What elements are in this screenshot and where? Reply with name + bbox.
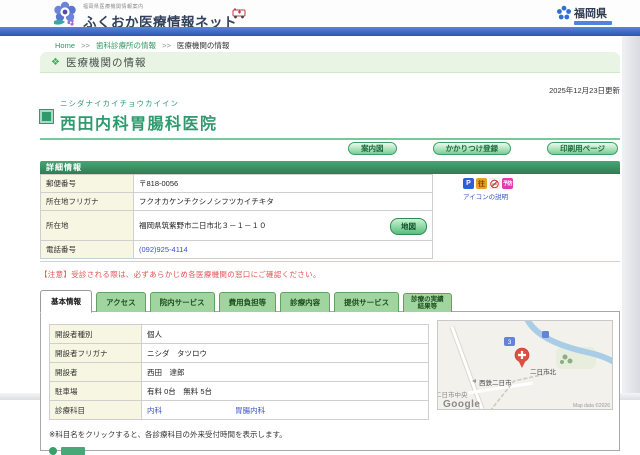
main-content: ❖ 医療機関の情報 2025年12月23日更新 ニシダナイカイチョウカイイン 西…: [39, 52, 620, 455]
hospital-furigana: ニシダナイカイチョウカイイン: [60, 99, 179, 108]
parking-label: 駐車場: [49, 381, 142, 401]
ambulance-icon: [232, 8, 246, 19]
pref-name: 福岡県: [574, 8, 607, 20]
page-title: 医療機関の情報: [65, 56, 147, 69]
founder-value: 西田 達郎: [141, 362, 429, 382]
parking-icon: P: [463, 178, 474, 189]
founder-kana-value: ニシダ タツロウ: [141, 343, 429, 363]
tab-bar: 基本情報 アクセス 院内サービス 費用負担等 診療内容 提供サービス 診療の実績…: [40, 290, 620, 313]
map-label-north: 二日市北: [530, 367, 557, 376]
table-row: 開設者 西田 達郎: [49, 362, 429, 382]
founder-type-value: 個人: [141, 324, 429, 344]
guide-map-button[interactable]: 案内図: [348, 142, 397, 155]
postal-code-value: 〒818-0056: [133, 174, 433, 193]
details-section-header: 詳細情報: [40, 161, 620, 174]
tab-in-hospital-services[interactable]: 院内サービス: [149, 292, 215, 312]
google-logo: Google: [443, 399, 480, 410]
map-button[interactable]: 地図: [390, 218, 427, 235]
breadcrumb-separator: >>: [81, 41, 90, 50]
address-kana-label: 所在地フリガナ: [40, 192, 134, 211]
hospital-name-block: ニシダナイカイチョウカイイン 西田内科胃腸科医院: [39, 98, 620, 134]
section-marker-icon: ❖: [51, 56, 60, 68]
parking-value: 有料 0台 無料 5台: [141, 381, 429, 401]
breadcrumb-separator: >>: [162, 41, 171, 50]
tab-medical-content[interactable]: 診療内容: [280, 292, 331, 312]
flower-logo-icon: [54, 1, 76, 26]
address-label: 所在地: [40, 210, 134, 241]
phone-number-link[interactable]: (092)925-4114: [139, 245, 188, 254]
tab-provided-services[interactable]: 提供サービス: [334, 292, 400, 312]
tab-basic-info[interactable]: 基本情報: [40, 290, 92, 313]
tab-cost-burden[interactable]: 費用負担等: [218, 292, 277, 312]
breadcrumb-current: 医療機関の情報: [176, 41, 230, 50]
departments-note: ※科目名をクリックすると、各診療科目の外来受付時間を表示します。: [49, 430, 287, 439]
map-attribution: Map data ©2026: [573, 402, 610, 409]
action-buttons: 案内図 かかりつけ登録 印刷用ページ: [40, 140, 620, 159]
postal-code-label: 郵便番号: [40, 174, 134, 193]
light-green-divider: [40, 261, 620, 262]
route-badge-number: 3: [508, 339, 512, 346]
founder-kana-label: 開設者フリガナ: [49, 343, 142, 363]
breadcrumb: Home >> 歯科診療所の情報 >> 医療機関の情報: [55, 40, 229, 51]
house-call-icon: 往: [476, 178, 487, 189]
icon-legend-link[interactable]: アイコンの説明: [463, 191, 513, 201]
header-blue-bar: [0, 27, 640, 36]
partial-footer-link: [49, 447, 611, 455]
address-value: 福岡県筑紫野市二日市北３－１－１０ 地図: [133, 210, 433, 241]
page-title-bar: ❖ 医療機関の情報: [40, 52, 620, 73]
hospital-name: 西田内科胃腸科医院: [60, 116, 218, 133]
google-map-thumbnail[interactable]: 3 二日市北 西鉄二日市 二日市中央 Google Map data ©2026: [437, 320, 613, 410]
pref-flower-icon: [557, 5, 571, 20]
founder-label: 開設者: [49, 362, 142, 382]
table-row: 診療科目 内科 胃腸内科: [49, 400, 429, 420]
address-text: 福岡県筑紫野市二日市北３－１－１０: [139, 221, 267, 230]
table-row: 電話番号 (092)925-4114: [40, 240, 433, 259]
updated-date: 2025年12月23日更新: [549, 86, 620, 95]
green-dot-icon: [49, 447, 57, 455]
table-row: 郵便番号 〒818-0056: [40, 174, 433, 193]
founder-type-label: 開設者種別: [49, 324, 142, 344]
basic-info-panel: 開設者種別 個人 開設者フリガナ ニシダ タツロウ 開設者 西田 達郎 駐車場 …: [40, 311, 620, 455]
details-table: 郵便番号 〒818-0056 所在地フリガナ フクオカケンチクシノシフツカイチキ…: [40, 174, 433, 259]
phone-label: 電話番号: [40, 240, 134, 259]
site-header: 福岡県医療機関情報案内 ふくおか医療情報ネット 福岡県: [0, 0, 640, 30]
table-row: 所在地フリガナ フクオカケンチクシノシフツカイチキタ: [40, 192, 433, 211]
site-tagline: 福岡県医療機関情報案内: [83, 4, 144, 10]
table-row: 開設者フリガナ ニシダ タツロウ: [49, 343, 429, 363]
family-doctor-registration-button[interactable]: かかりつけ登録: [432, 142, 512, 155]
breadcrumb-dental-clinic-info[interactable]: 歯科診療所の情報: [96, 41, 156, 50]
departments-value: 内科 胃腸内科: [141, 400, 429, 420]
department-gastroenterology-link[interactable]: 胃腸内科: [235, 406, 265, 415]
pref-logo[interactable]: 福岡県: [556, 5, 612, 25]
map-label-station: 西鉄二日市: [479, 378, 512, 387]
table-row: 開設者種別 個人: [49, 324, 429, 344]
table-row: 駐車場 有料 0台 無料 5台: [49, 381, 429, 401]
departments-label: 診療科目: [49, 400, 142, 420]
map-label-central: 二日市中央: [438, 390, 468, 399]
hospital-square-icon: [39, 109, 54, 124]
basic-info-table: 開設者種別 個人 開設者フリガナ ニシダ タツロウ 開設者 西田 達郎 駐車場 …: [49, 324, 429, 420]
no-smoking-icon: [489, 178, 500, 189]
department-internal-medicine-link[interactable]: 内科: [147, 405, 233, 416]
pref-badge: [574, 21, 612, 25]
tab-results[interactable]: 診療の実績 結果等: [403, 293, 452, 312]
partial-text: [61, 447, 85, 455]
print-page-button[interactable]: 印刷用ページ: [547, 142, 618, 155]
caution-notice: 【注意】受診される際は、必ずあらかじめ各医療機関の窓口にご確認ください。: [40, 270, 321, 279]
address-kana-value: フクオカケンチクシノシフツカイチキタ: [133, 192, 433, 211]
legend-icons: P 往 予防 アイコンの説明: [463, 178, 513, 201]
breadcrumb-home[interactable]: Home: [55, 41, 75, 50]
tab-access[interactable]: アクセス: [96, 292, 146, 312]
page-edge-right: [622, 36, 640, 400]
table-row: 所在地 福岡県筑紫野市二日市北３－１－１０ 地図: [40, 210, 433, 241]
prevention-icon: 予防: [502, 178, 513, 189]
